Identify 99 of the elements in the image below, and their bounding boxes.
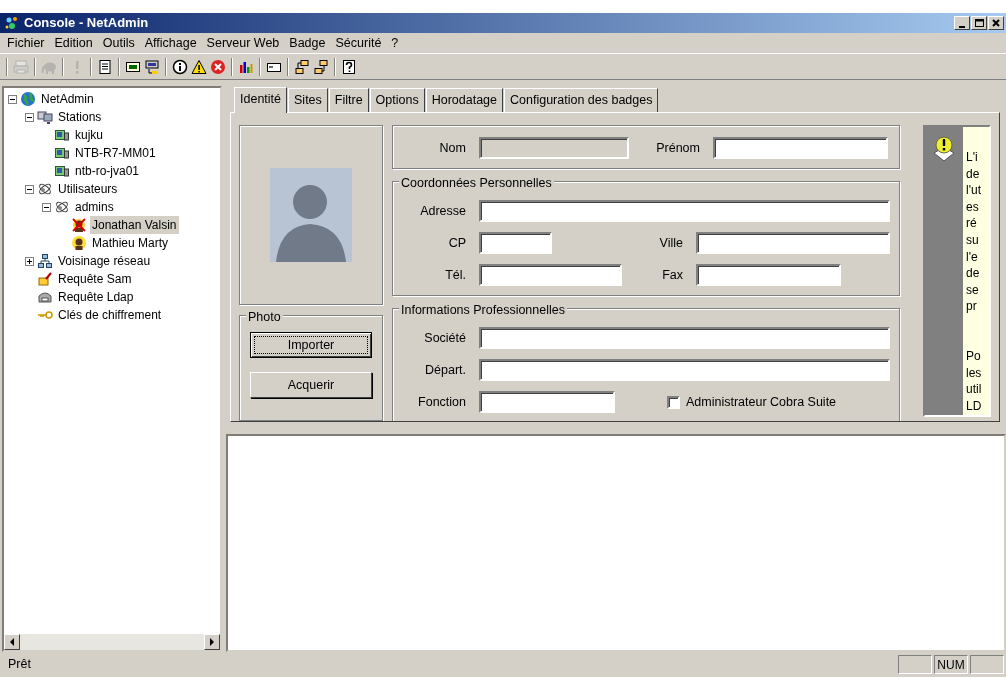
computer-icon (54, 145, 70, 161)
tab[interactable]: Options (369, 88, 425, 112)
menu-item[interactable]: Badge (284, 33, 331, 53)
help-text: pr (966, 298, 978, 315)
window-title: Console - NetAdmin (24, 14, 150, 33)
tab[interactable]: Identité (234, 87, 287, 113)
scroll-right-icon[interactable] (209, 638, 215, 646)
tab[interactable]: Sites (288, 88, 328, 112)
help-text: se (966, 281, 980, 299)
status-panel (898, 655, 932, 674)
info-icon[interactable] (172, 58, 188, 75)
tree-item[interactable]: Jonathan Valsin (90, 216, 179, 234)
text-field[interactable] (479, 264, 622, 286)
text-field[interactable] (696, 264, 841, 286)
text-field[interactable] (479, 359, 890, 381)
text-field[interactable] (479, 391, 615, 413)
tree-item[interactable]: Requête Sam (56, 270, 134, 288)
menu-item[interactable]: Affichage (139, 33, 202, 53)
field-label: Fax (661, 266, 684, 284)
help-text: l'ut (966, 182, 982, 199)
field-label: Fonction (417, 393, 467, 411)
help-text: su (966, 231, 980, 249)
warning-icon[interactable] (191, 58, 207, 75)
field-label: CP (447, 234, 467, 252)
menu-item[interactable]: Edition (49, 33, 98, 53)
expand-icon[interactable] (25, 256, 34, 266)
menu-item[interactable]: Outils (97, 33, 140, 53)
menu-item[interactable]: Serveur Web (201, 33, 285, 53)
text-field[interactable] (479, 327, 890, 349)
network-icon (37, 253, 53, 269)
help-text: util (966, 381, 983, 398)
scroll-left-icon[interactable] (9, 638, 15, 646)
tree-item[interactable]: kujku (73, 126, 105, 144)
field-label: Tél. (444, 266, 467, 284)
help-text: es (966, 198, 980, 216)
help-text: LD (966, 397, 983, 415)
help-text: de (966, 265, 981, 282)
app-icon (4, 15, 20, 31)
tree-item[interactable]: Utilisateurs (56, 180, 120, 198)
checkbox-label: Administrateur Cobra Suite (686, 393, 837, 411)
menu-item[interactable]: ? (386, 33, 404, 53)
field-label: Départ. (424, 361, 467, 379)
tab[interactable]: Filtre (328, 88, 369, 112)
tree-item[interactable]: Mathieu Marty (90, 234, 171, 252)
tree-item[interactable]: NTB-R7-MM01 (73, 144, 158, 162)
error-icon[interactable] (210, 58, 226, 75)
tab[interactable]: Horodatage (425, 88, 503, 112)
text-field[interactable] (696, 232, 890, 254)
text-field[interactable] (479, 232, 552, 254)
field-label: Société (423, 329, 467, 347)
tree-item[interactable]: ntb-ro-jva01 (73, 162, 142, 180)
document-icon[interactable] (97, 58, 113, 75)
text-field[interactable] (713, 137, 888, 159)
menu-item[interactable]: Fichier (2, 33, 50, 53)
photo-button[interactable]: Importer (250, 332, 372, 358)
field-label: Ville (658, 234, 684, 252)
collapse-icon[interactable] (8, 94, 17, 104)
help-text: L'i (966, 149, 979, 166)
tree-item[interactable]: Stations (56, 108, 104, 126)
status-panel (970, 655, 1004, 674)
group-icon (54, 199, 70, 215)
text-field[interactable] (479, 200, 890, 222)
lightbulb-icon (932, 135, 956, 163)
user-icon (71, 235, 87, 251)
user-disabled-icon (71, 217, 87, 233)
computers-icon (37, 109, 53, 125)
field-label: Nom (438, 139, 467, 157)
help-text: l'e (966, 248, 979, 266)
tree-item[interactable]: Clés de chiffrement (56, 306, 164, 324)
tree-item[interactable]: Voisinage réseau (56, 252, 153, 270)
query-icon (37, 271, 53, 287)
status-indicator: NUM (934, 655, 968, 674)
server-icon (37, 289, 53, 305)
photo-button[interactable]: Acquerir (250, 372, 372, 398)
tree-item[interactable]: NetAdmin (39, 90, 96, 108)
menu-item[interactable]: Sécurité (330, 33, 387, 53)
help-text: de (966, 165, 981, 183)
add-node-icon[interactable] (294, 58, 310, 75)
globe-icon (20, 91, 36, 107)
checkbox[interactable] (667, 395, 680, 409)
terminal-icon[interactable] (144, 58, 160, 75)
group-icon (37, 181, 53, 197)
computer-icon (54, 127, 70, 143)
tree-item[interactable]: admins (73, 198, 116, 216)
help-text: les (966, 364, 983, 382)
tree-item[interactable]: Requête Ldap (56, 288, 136, 306)
remove-node-icon[interactable] (313, 58, 329, 75)
status-text: Prêt (8, 656, 32, 674)
collapse-icon[interactable] (42, 202, 51, 212)
field-label: Adresse (419, 202, 467, 220)
tab[interactable]: Configuration des badges (504, 88, 659, 112)
collapse-icon[interactable] (25, 112, 34, 122)
help-text: ré (966, 215, 978, 232)
help-icon[interactable] (341, 58, 357, 75)
field-label: Prénom (655, 139, 701, 157)
computer-icon (54, 163, 70, 179)
horizontal-scrollbar[interactable] (4, 634, 220, 650)
help-text: Po (966, 347, 982, 365)
collapse-icon[interactable] (25, 184, 34, 194)
